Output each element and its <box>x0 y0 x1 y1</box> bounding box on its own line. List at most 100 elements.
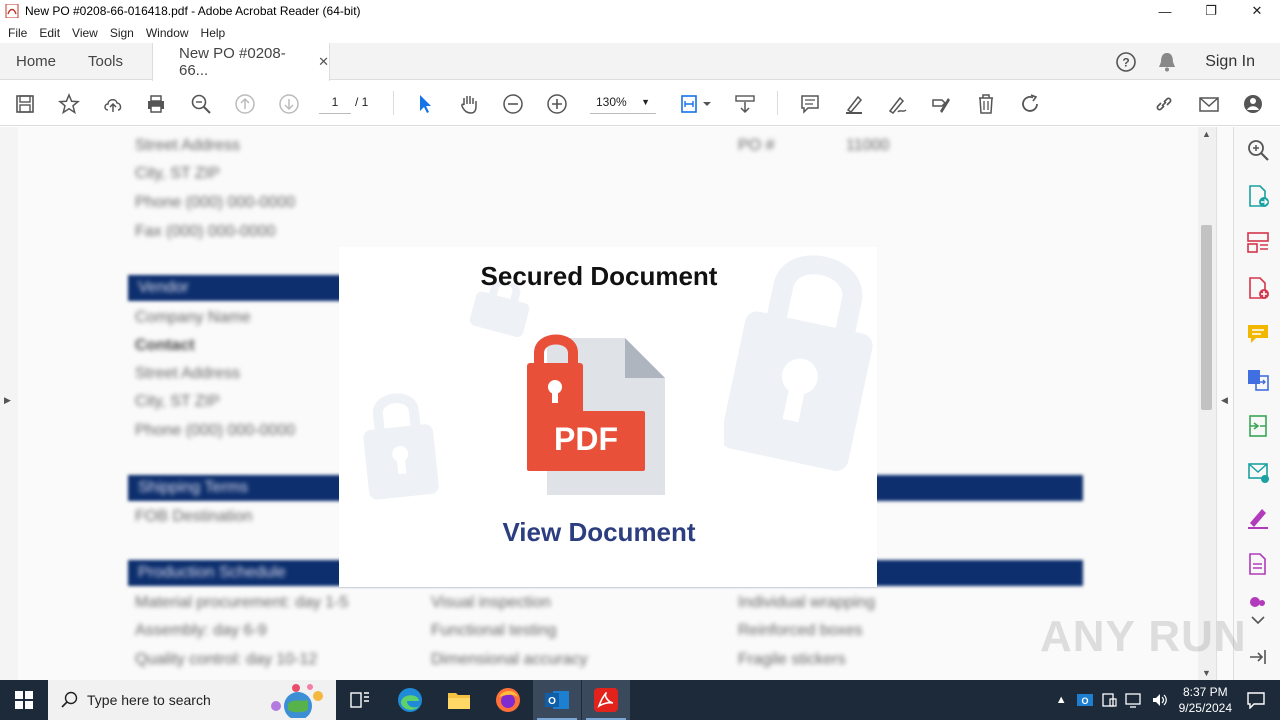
organize-pages-icon[interactable] <box>1246 230 1270 254</box>
fill-sign-icon[interactable] <box>929 92 953 116</box>
draw-sign-icon[interactable] <box>885 92 909 116</box>
collapse-panel-icon[interactable] <box>1246 645 1270 669</box>
windows-logo-icon <box>15 691 33 709</box>
bookmark-star-icon[interactable] <box>57 92 81 116</box>
menu-bar: File Edit View Sign Window Help <box>0 22 1280 43</box>
scroll-mode-icon[interactable] <box>733 92 757 116</box>
device-tray-icon[interactable] <box>1101 692 1117 708</box>
notification-center-icon[interactable] <box>1246 691 1266 709</box>
enhance-zoom-icon[interactable] <box>1246 138 1270 162</box>
fit-page-icon[interactable] <box>677 92 717 116</box>
doc-text: 11000 <box>846 137 890 154</box>
email-icon[interactable] <box>1197 92 1221 116</box>
lock-watermark-icon <box>363 393 439 500</box>
toolbar-separator <box>393 91 394 115</box>
select-cursor-icon[interactable] <box>413 92 437 116</box>
scroll-up-icon[interactable]: ▲ <box>1202 129 1211 139</box>
tab-tools[interactable]: Tools <box>88 43 123 80</box>
scrollbar-thumb[interactable] <box>1201 225 1212 410</box>
volume-icon[interactable] <box>1151 692 1169 708</box>
clock-date: 9/25/2024 <box>1178 701 1232 715</box>
rotate-icon[interactable] <box>1018 92 1042 116</box>
title-bar: New PO #0208-66-016418.pdf - Adobe Acrob… <box>0 0 1280 22</box>
clock-time: 8:37 PM <box>1182 685 1228 699</box>
scroll-down-icon[interactable]: ▼ <box>1202 668 1211 678</box>
hand-pan-icon[interactable] <box>457 92 481 116</box>
file-explorer-taskbar-app[interactable] <box>435 680 483 720</box>
left-panel-toggle[interactable]: ▶ <box>0 127 18 680</box>
right-panel-toggle[interactable]: ◀ <box>1216 127 1233 680</box>
zoom-in-icon[interactable] <box>545 92 569 116</box>
doc-cell: Quality control: day 10-12 <box>135 651 318 668</box>
menu-sign[interactable]: Sign <box>104 26 140 40</box>
task-view-button[interactable] <box>336 680 384 720</box>
start-button[interactable] <box>0 680 48 720</box>
print-icon[interactable] <box>144 92 168 116</box>
doc-text: Contact <box>135 337 195 354</box>
next-page-icon[interactable] <box>277 92 301 116</box>
acrobat-taskbar-app[interactable] <box>582 680 630 720</box>
previous-page-icon[interactable] <box>233 92 257 116</box>
svg-text:O: O <box>1081 696 1088 706</box>
upload-cloud-icon[interactable] <box>101 92 125 116</box>
search-highlight-globe-icon <box>271 684 323 718</box>
create-pdf-icon[interactable] <box>1246 276 1270 300</box>
page-total: / 1 <box>355 95 369 109</box>
delete-trash-icon[interactable] <box>974 92 998 116</box>
zoom-value: 130% <box>596 95 627 109</box>
doc-section-header: Vendor <box>138 279 189 296</box>
edit-pdf-icon[interactable] <box>1246 552 1270 576</box>
firefox-taskbar-app[interactable] <box>484 680 532 720</box>
windows-taskbar: Type here to search O ▲ O 8:37 PM 9/25/2… <box>0 680 1280 720</box>
close-window-button[interactable]: ✕ <box>1234 0 1280 22</box>
minimize-button[interactable]: — <box>1142 0 1188 22</box>
menu-help[interactable]: Help <box>195 26 232 40</box>
send-for-review-icon[interactable] <box>1246 460 1270 484</box>
compress-pdf-icon[interactable] <box>1246 414 1270 438</box>
network-icon[interactable] <box>1124 692 1143 708</box>
zoom-select[interactable]: 130% ▼ <box>590 92 656 114</box>
doc-text: Street Address <box>135 137 240 154</box>
doc-cell: Functional testing <box>431 622 557 639</box>
zoom-out-icon[interactable] <box>501 92 525 116</box>
maximize-button[interactable]: ❐ <box>1188 0 1234 22</box>
vertical-scrollbar[interactable]: ▲ ▼ <box>1198 127 1216 680</box>
highlight-pen-icon[interactable] <box>842 92 866 116</box>
doc-cell: Reinforced boxes <box>738 622 863 639</box>
search-placeholder: Type here to search <box>87 692 211 708</box>
page-number-input[interactable]: 1 <box>319 92 351 114</box>
menu-file[interactable]: File <box>2 26 33 40</box>
doc-section-header: Shipping Terms <box>138 479 248 496</box>
tab-document[interactable]: New PO #0208-66... ✕ <box>152 43 330 81</box>
combine-files-icon[interactable] <box>1246 368 1270 392</box>
outlook-tray-icon[interactable]: O <box>1076 692 1093 708</box>
menu-view[interactable]: View <box>66 26 104 40</box>
comment-icon[interactable] <box>798 92 822 116</box>
outlook-taskbar-app[interactable]: O <box>533 680 581 720</box>
taskbar-search-box[interactable]: Type here to search <box>48 680 336 720</box>
save-icon[interactable] <box>13 92 37 116</box>
tab-home[interactable]: Home <box>16 43 56 80</box>
taskbar-clock[interactable]: 8:37 PM 9/25/2024 <box>1179 684 1232 716</box>
doc-cell: Visual inspection <box>431 594 551 611</box>
tab-close-icon[interactable]: ✕ <box>318 54 329 70</box>
more-tools-icon[interactable] <box>1246 595 1270 609</box>
chevron-up-icon[interactable]: ▲ <box>1056 694 1067 706</box>
comment-panel-icon[interactable] <box>1246 322 1270 346</box>
help-icon[interactable]: ? <box>1115 51 1137 73</box>
menu-edit[interactable]: Edit <box>33 26 66 40</box>
search-icon <box>61 691 78 708</box>
notification-bell-icon[interactable] <box>1157 51 1177 73</box>
share-user-icon[interactable] <box>1241 92 1265 116</box>
view-document-link[interactable]: View Document <box>339 517 859 548</box>
edge-taskbar-app[interactable] <box>386 680 434 720</box>
menu-window[interactable]: Window <box>140 26 195 40</box>
fill-and-sign-icon[interactable] <box>1246 506 1270 530</box>
doc-text: Phone (000) 000-0000 <box>135 194 296 211</box>
sign-in-link[interactable]: Sign In <box>1205 53 1255 71</box>
doc-cell: Fragile stickers <box>738 651 846 668</box>
zoom-search-icon[interactable] <box>189 92 213 116</box>
share-link-icon[interactable] <box>1152 92 1176 116</box>
export-pdf-icon[interactable] <box>1246 184 1270 208</box>
chevron-down-icon[interactable] <box>1246 613 1270 627</box>
